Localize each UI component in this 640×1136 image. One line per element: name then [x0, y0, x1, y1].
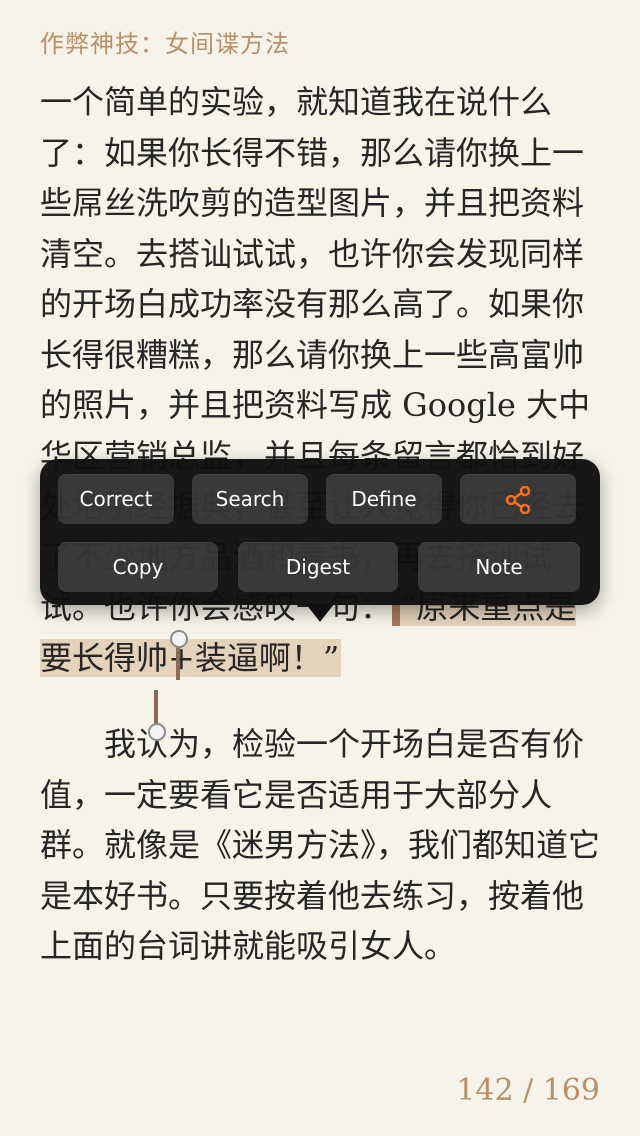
search-button[interactable]: Search [192, 474, 308, 524]
note-button[interactable]: Note [418, 542, 580, 592]
book-title: 作弊神技：女间谍方法 [40, 30, 290, 58]
selection-start-line [176, 644, 180, 680]
correct-button[interactable]: Correct [58, 474, 174, 524]
copy-button[interactable]: Copy [58, 542, 218, 592]
digest-button[interactable]: Digest [238, 542, 398, 592]
selection-start-handle[interactable] [170, 630, 188, 648]
share-button[interactable] [460, 474, 576, 524]
text-selection-menu: Correct Search Define Copy Digest Note [40, 459, 600, 605]
paragraph-2[interactable]: 我认为，检验一个开场白是否有价值，一定要看它是否适用于大部分人群。就像是《迷男方… [40, 719, 600, 972]
define-button[interactable]: Define [326, 474, 442, 524]
selection-end-handle[interactable] [148, 723, 166, 741]
page-indicator: 142 / 169 [456, 1073, 600, 1108]
share-icon [505, 486, 531, 514]
menu-pointer [306, 604, 334, 622]
